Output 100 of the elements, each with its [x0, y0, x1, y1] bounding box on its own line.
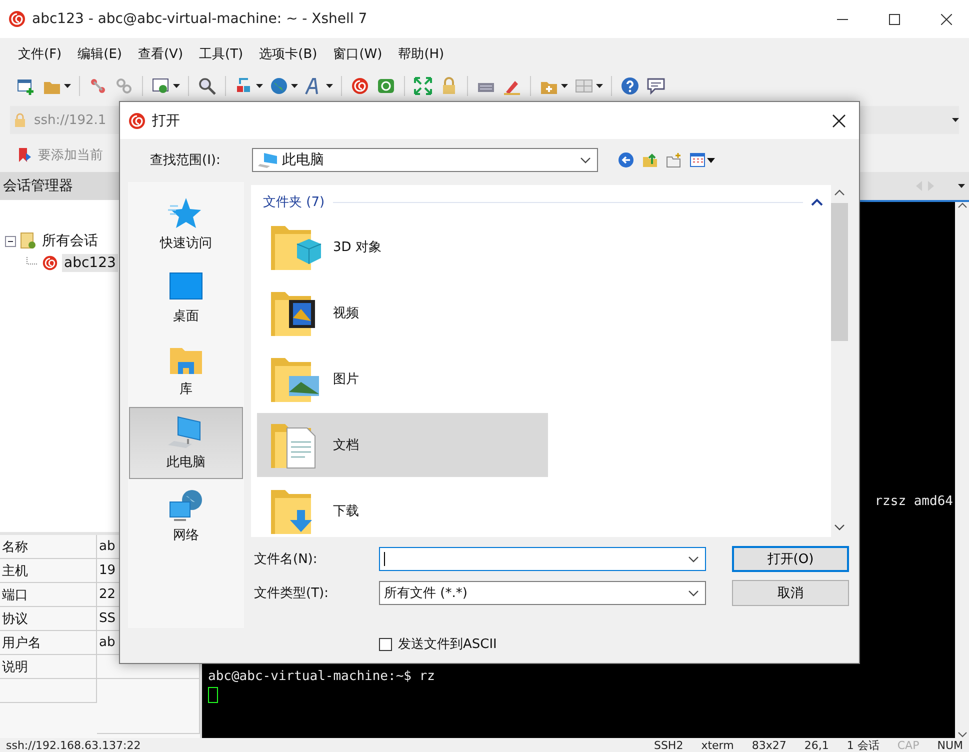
checkbox[interactable] [379, 638, 392, 650]
checkbox-label[interactable]: 发送文件到ASCII [398, 635, 497, 653]
menu-item[interactable]: 工具(T) [191, 45, 252, 63]
chevron-down-icon [688, 556, 699, 562]
caret-icon [958, 184, 965, 188]
help-icon [620, 76, 640, 96]
computer-icon [258, 152, 278, 168]
property-name: 名称 [0, 535, 97, 559]
file-type-dropdown[interactable]: 所有文件 (*.*) [379, 581, 706, 605]
search-icon [197, 76, 217, 96]
toolbar-button[interactable] [411, 74, 435, 98]
back-icon[interactable] [618, 152, 634, 168]
new-folder-icon[interactable] [666, 152, 682, 168]
cancel-button[interactable]: 取消 [732, 580, 849, 606]
tree-item[interactable]: 所有会话 [40, 231, 100, 251]
status-item: 26,1 [804, 738, 829, 752]
place-item[interactable]: 网络 [129, 480, 243, 552]
folder-item[interactable]: 下载 [257, 479, 548, 543]
bookmark-icon [18, 147, 32, 163]
caret-icon [561, 84, 568, 88]
menu-item[interactable]: 编辑(E) [70, 45, 130, 63]
property-value: 22 [99, 587, 116, 602]
property-name: 用户名 [0, 631, 97, 655]
snail-icon [42, 255, 58, 271]
terminal-line: rzsz amd64 [874, 494, 954, 509]
place-item[interactable]: 此电脑 [129, 407, 243, 479]
minimize-icon [836, 18, 848, 20]
menu-item[interactable]: 选项卡(B) [251, 45, 326, 63]
field-label: 查找范围(I): [150, 152, 222, 169]
status-indicator: CAP [897, 738, 920, 752]
filename-field[interactable] [379, 547, 706, 571]
location-dropdown[interactable]: 此电脑 [252, 148, 598, 172]
tree-item[interactable]: abc123 [62, 254, 118, 272]
scroll-down-icon[interactable] [958, 732, 966, 738]
collapse-icon[interactable] [5, 236, 16, 246]
chevron-down-icon [580, 156, 591, 164]
menu-item[interactable]: 窗口(W) [325, 45, 390, 63]
status-item: SSH2 [654, 738, 684, 752]
folder-item[interactable]: 3D 对象 [257, 215, 548, 279]
caret-icon [256, 84, 263, 88]
terminal-cursor [208, 687, 218, 703]
scrollbar-thumb[interactable] [831, 203, 848, 341]
chat-icon [646, 76, 666, 96]
snail-icon [350, 76, 370, 96]
property-value: SS [99, 611, 116, 626]
folder-item[interactable]: 视频 [257, 281, 548, 345]
menu-item[interactable]: 查看(V) [130, 45, 192, 63]
property-value: 19 [99, 563, 116, 578]
place-item[interactable]: 库 [129, 334, 243, 406]
close-icon [832, 114, 846, 128]
settings-icon [151, 76, 171, 96]
status-item: 83x27 [752, 738, 786, 752]
network-icon [88, 76, 108, 96]
group-header[interactable]: 文件夹 (7) [263, 193, 325, 211]
status-indicator: NUM [937, 738, 963, 752]
terminal-line: abc@abc-virtual-machine:~$ rz [208, 669, 436, 684]
field-label: 文件名(N): [254, 551, 318, 568]
property-value: ab [99, 539, 116, 554]
caret-icon [173, 84, 180, 88]
place-item[interactable]: 快速访问 [129, 188, 243, 260]
app-logo-icon [8, 10, 26, 28]
property-name: 主机 [0, 559, 97, 583]
open-button[interactable]: 打开(O) [732, 546, 849, 572]
lock-icon [14, 113, 26, 127]
status-address: ssh://192.168.63.137:22 [6, 738, 142, 752]
scroll-up-icon[interactable] [958, 202, 966, 208]
caret-icon [291, 84, 298, 88]
chevron-down-icon [688, 590, 699, 596]
link-icon [114, 76, 134, 96]
window-title: abc123 - abc@abc-virtual-machine: ~ - Xshell 7 [32, 11, 368, 27]
property-name: 协议 [0, 607, 97, 631]
fullscreen-icon [413, 76, 433, 96]
caret-icon [596, 84, 603, 88]
folder-item[interactable]: 图片 [257, 347, 548, 411]
caret-icon [326, 84, 333, 88]
menu-item[interactable]: 帮助(H) [390, 45, 452, 63]
snail-icon [128, 112, 146, 130]
status-item: 1 会话 [846, 738, 880, 752]
place-item[interactable]: 桌面 [129, 261, 243, 333]
panel-title: 会话管理器 [3, 177, 73, 195]
close-icon [940, 14, 952, 24]
caret-icon [952, 118, 959, 122]
up-folder-icon[interactable] [642, 152, 658, 168]
property-name: 说明 [0, 655, 97, 679]
globe-icon [269, 76, 289, 96]
network-globe-icon [168, 488, 204, 524]
maximize-icon [888, 14, 900, 24]
folder-item[interactable]: 文档 [257, 413, 548, 477]
property-name: 端口 [0, 583, 97, 607]
collapse-icon[interactable] [811, 198, 823, 206]
menu-item[interactable]: 文件(F) [10, 45, 70, 63]
scroll-down-icon [834, 524, 845, 531]
property-value: ab [99, 635, 116, 650]
transfer-app-icon [376, 76, 396, 96]
link-bar-text: 要添加当前 [38, 147, 103, 164]
folder-icon [20, 232, 36, 250]
dialog-title: 打开 [152, 112, 181, 130]
view-menu-icon[interactable] [690, 153, 716, 167]
field-label: 文件类型(T): [254, 585, 330, 602]
caret-icon [64, 84, 71, 88]
